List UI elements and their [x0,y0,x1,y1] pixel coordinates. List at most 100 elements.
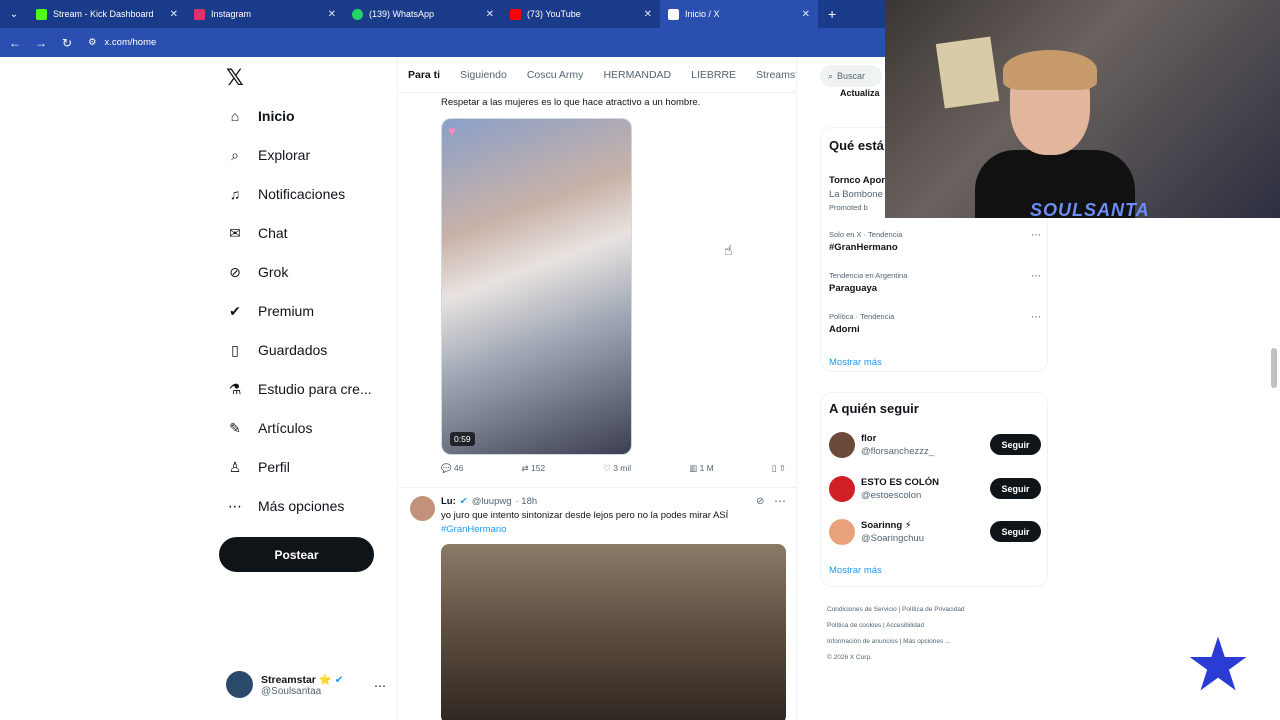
search-icon: ⌕ [231,146,239,163]
streamer-hair [1003,50,1097,90]
bookmark-icon: ▯ [231,341,239,358]
avatar [829,432,855,458]
sidebar-item-notificaciones[interactable]: ♫ Notificaciones [226,185,345,203]
follow-button[interactable]: Seguir [990,521,1041,542]
address-bar[interactable]: ⚙ x.com/home [88,37,156,48]
sidebar-item-premium[interactable]: ✔ Premium [226,302,314,320]
share-icon[interactable]: ⇧ [779,463,786,473]
show-more-link[interactable]: Mostrar más [829,565,882,576]
x-logo[interactable]: 𝕏 [226,65,244,91]
more-icon[interactable]: ⋯ [1031,312,1041,323]
close-icon[interactable]: ✕ [802,9,810,20]
reload-icon[interactable]: ↻ [58,36,76,50]
close-icon[interactable]: ✕ [170,9,178,20]
search-input[interactable]: ⌕ Buscar [820,65,882,87]
tab-x[interactable]: Inicio / X ✕ [660,0,818,28]
browser-toolbar: ← → ↻ ⚙ x.com/home [0,28,885,57]
feed-tabs: Para ti Siguiendo Coscu Army HERMANDAD L… [398,57,796,93]
tweet-author-handle[interactable]: @luupwg [472,496,512,507]
tab-hermandad[interactable]: HERMANDAD [603,69,671,81]
tab-kick[interactable]: Stream - Kick Dashboard ✕ [28,0,186,28]
trend-item[interactable]: Tendencia en Argentina Paraguaya ⋯ [829,271,1041,294]
tab-para-ti[interactable]: Para ti [408,69,440,81]
sidebar-item-articulos[interactable]: ✎ Artículos [226,419,312,437]
whatsapp-icon [352,8,363,20]
grok-icon[interactable]: ⊘ [756,496,764,507]
tab-youtube[interactable]: (73) YouTube ✕ [502,0,660,28]
close-icon[interactable]: ✕ [486,9,494,20]
video-duration: 0:59 [450,432,475,446]
kick-icon [36,8,47,20]
streamer-star-logo: ★ [1184,623,1252,706]
hashtag-link[interactable]: #GranHermano [441,524,506,535]
account-switcher[interactable]: Streamstar ⭐ ✔ @Soulsantaa ⋯ [226,671,386,698]
back-icon[interactable]: ← [6,36,24,50]
like-button[interactable]: ♡ 3 mil [603,463,631,474]
cursor-icon: ☝ [724,242,733,258]
sidebar-item-perfil[interactable]: ♙ Perfil [226,458,290,476]
more-icon[interactable]: ⋯ [1031,230,1041,241]
new-tab-button[interactable]: + [818,6,846,22]
sidebar-item-chat[interactable]: ✉ Chat [226,224,287,242]
trend-item[interactable]: Solo en X · Tendencia #GranHermano ⋯ [829,230,1041,253]
browser-tab-strip: ⌄ Stream - Kick Dashboard ✕ Instagram ✕ (1… [0,0,885,28]
scrollbar[interactable] [1271,348,1277,388]
grok-icon: ⊘ [229,263,241,280]
sidebar-item-explorar[interactable]: ⌕ Explorar [226,146,310,164]
tweet-time: · 18h [515,496,538,507]
follow-button[interactable]: Seguir [990,434,1041,455]
timeline: Para ti Siguiendo Coscu Army HERMANDAD L… [397,57,797,720]
sidebar-item-guardados[interactable]: ▯ Guardados [226,341,327,359]
person-icon: ♙ [228,458,242,475]
profile-handle: @Soulsantaa [261,685,322,697]
post-button[interactable]: Postear [219,537,374,572]
bookmark-icon: ▯ [771,463,777,473]
tweet-text: yo juro que intento sintonizar desde lej… [441,510,729,521]
repost-button[interactable]: ⇄ 152 [521,463,545,474]
follow-title: A quién seguir [829,401,919,416]
more-icon[interactable]: ⋯ [374,679,386,693]
home-icon: ⌂ [230,108,240,124]
verified-icon: ✔ [229,302,241,319]
sidebar-item-grok[interactable]: ⊘ Grok [226,263,288,281]
follow-suggestion[interactable]: ESTO ES COLÓN @estoescolon Seguir [829,476,1041,506]
avatar [829,476,855,502]
reply-button[interactable]: 💬 46 [441,463,463,474]
tab-siguiendo[interactable]: Siguiendo [460,69,507,81]
follow-suggestion[interactable]: flor @florsanchezzz_ Seguir [829,432,1041,462]
views-button[interactable]: ▥ 1 M [689,463,714,474]
close-icon[interactable]: ✕ [644,9,652,20]
tab-search-icon[interactable]: ⌄ [0,0,28,28]
tab-instagram[interactable]: Instagram ✕ [186,0,344,28]
flask-icon: ⚗ [228,380,242,397]
trend-item[interactable]: Política · Tendencia Adorni ⋯ [829,312,1041,335]
tab-liebrre[interactable]: LIEBRRE [691,69,736,81]
tweet-video[interactable]: ♥ 0:59 [441,118,632,455]
tweet-author-name[interactable]: Lu: [441,496,456,507]
close-icon[interactable]: ✕ [328,9,336,20]
tab-whatsapp[interactable]: (139) WhatsApp ✕ [344,0,502,28]
tweet-video[interactable] [441,544,786,720]
verified-icon: ✔ [334,673,344,686]
sidebar-item-estudio[interactable]: ⚗ Estudio para cre... [226,380,372,398]
forward-icon[interactable]: → [32,36,50,50]
follow-suggestion[interactable]: Soarinng ⚡ @Soaringchuu Seguir [829,519,1041,549]
star-badge-icon: ⭐ [318,673,332,686]
update-button[interactable]: Actualiza [840,88,880,98]
verified-icon: ✔ [459,496,468,507]
sidebar-item-mas-opciones[interactable]: ⋯ Más opciones [226,497,344,515]
tab-streamst[interactable]: Streamst [756,69,796,81]
follow-button[interactable]: Seguir [990,478,1041,499]
tab-coscu-army[interactable]: Coscu Army [527,69,584,81]
more-circle-icon: ⋯ [228,497,242,514]
bookmark-button[interactable]: ▯ ⇧ [772,463,786,474]
tweet[interactable]: Lu: ✔ @luupwg · 18h ⊘ ⋯ yo juro que inte… [398,487,796,535]
site-info-icon[interactable]: ⚙ [88,37,97,48]
sidebar-item-inicio[interactable]: ⌂ Inicio [226,107,295,125]
show-more-link[interactable]: Mostrar más [829,357,882,368]
x-sidebar: 𝕏 ⌂ Inicio ⌕ Explorar ♫ Notificaciones ✉ Cha… [218,57,396,720]
chart-icon: ▥ [689,463,698,473]
more-icon[interactable]: ⋯ [774,494,786,508]
more-icon[interactable]: ⋯ [1031,271,1041,282]
webcam-overlay: SOULSANTA [885,0,1280,218]
